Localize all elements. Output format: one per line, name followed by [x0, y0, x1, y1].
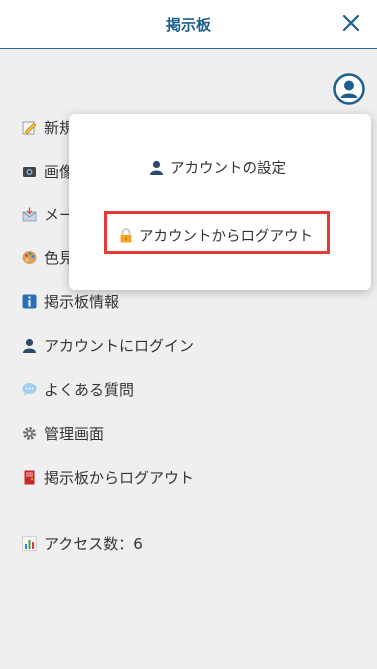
- camera-icon: [22, 164, 37, 179]
- palette-icon: [22, 250, 37, 265]
- page-title: 掲示板: [165, 16, 211, 34]
- header-bar: 掲示板: [0, 0, 377, 49]
- account-settings-item[interactable]: アカウントの設定: [149, 157, 286, 178]
- menu-item-board-logout[interactable]: 掲示板からログアウト: [22, 466, 194, 488]
- menu-item-label: アカウントにログイン: [44, 336, 195, 355]
- menu-item-label: よくある質問: [44, 380, 135, 399]
- user-icon: [149, 160, 164, 175]
- account-avatar-button[interactable]: [333, 73, 365, 105]
- bar-chart-icon: [22, 535, 37, 551]
- memo-icon: [22, 120, 37, 135]
- menu-item-admin[interactable]: 管理画面: [22, 422, 104, 444]
- gear-icon: [22, 426, 37, 441]
- account-logout-item[interactable]: アカウントからログアウト: [119, 225, 313, 246]
- user-circle-icon: [333, 73, 365, 105]
- account-settings-label: アカウントの設定: [170, 161, 286, 177]
- user-icon: [22, 338, 37, 353]
- access-count: アクセス数：6: [22, 532, 143, 554]
- door-icon: [22, 470, 37, 485]
- access-count-label: アクセス数：6: [44, 534, 143, 553]
- lock-icon: [119, 228, 133, 243]
- menu-item-label: 掲示板情報: [44, 292, 120, 311]
- speech-bubble-icon: [22, 382, 37, 397]
- menu-item-label: 掲示板からログアウト: [44, 468, 195, 487]
- account-logout-label: アカウントからログアウト: [139, 229, 313, 245]
- menu-item-label: 管理画面: [44, 424, 105, 443]
- close-button[interactable]: [339, 11, 363, 35]
- mail-icon: [22, 207, 37, 222]
- menu-item-account-login[interactable]: アカウントにログイン: [22, 334, 194, 356]
- menu-item-board-info[interactable]: 掲示板情報: [22, 290, 119, 312]
- info-icon: [22, 294, 37, 309]
- close-icon: [342, 14, 360, 32]
- account-dropdown: アカウントの設定 アカウントからログアウト: [69, 114, 371, 290]
- menu-item-faq[interactable]: よくある質問: [22, 378, 134, 400]
